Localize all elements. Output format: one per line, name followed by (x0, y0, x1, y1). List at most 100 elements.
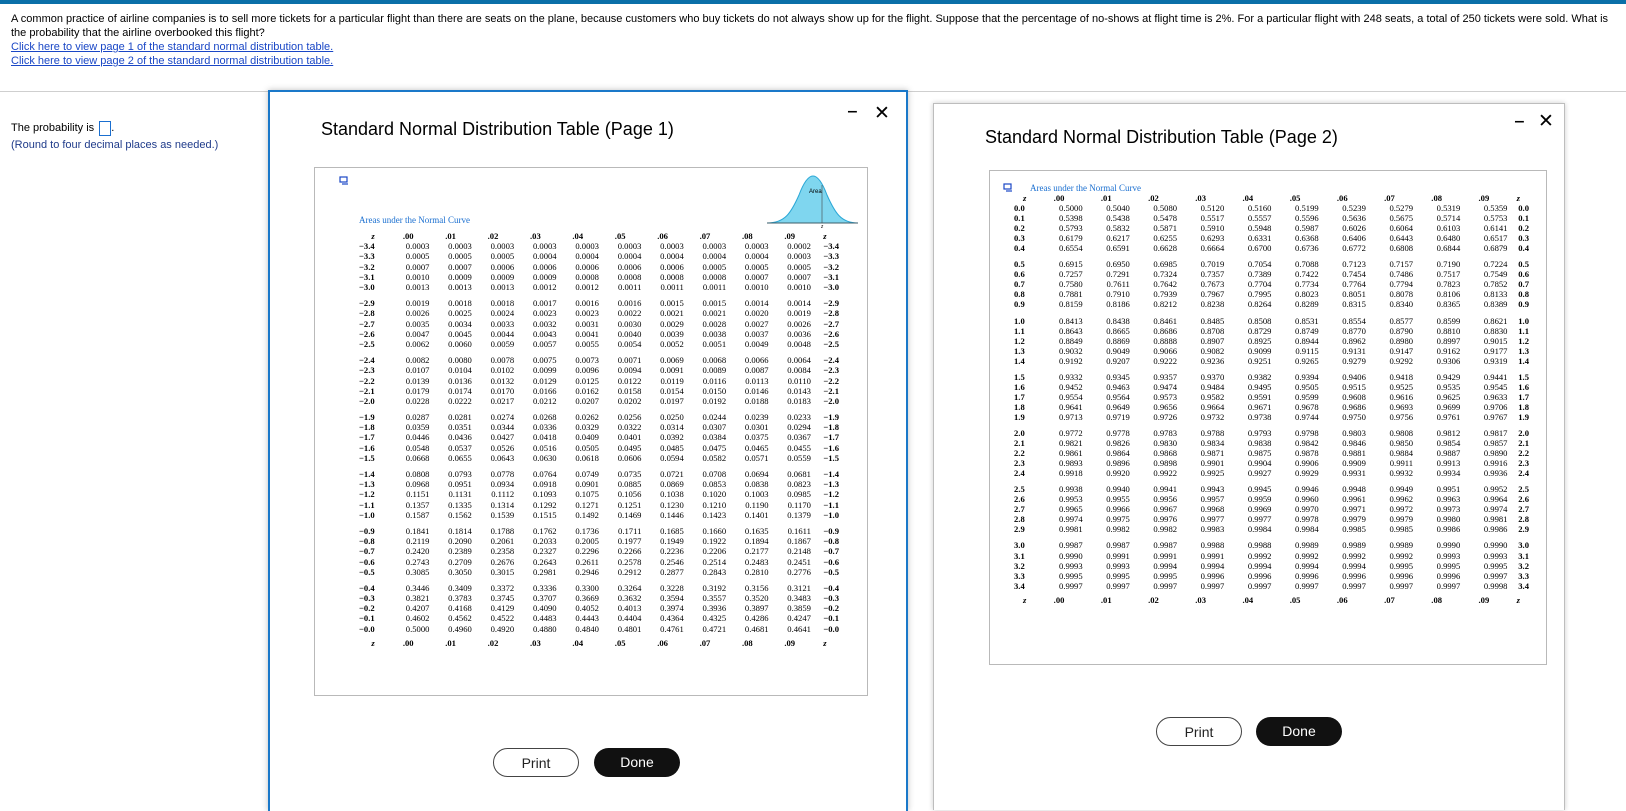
probability-cell: 0.9744 (1295, 411, 1319, 422)
table-row: 3.0 0.9987 0.9987 0.9987 0.9988 0.9988 0.9989 0… (1014, 540, 1529, 550)
probability-cell: 0.8830 (1483, 325, 1508, 336)
table-row: −2.7 0.0035 0.0034 0.0033 0.0032 0.0031 0.0030… (359, 319, 839, 329)
probability-cell: 0.9916 (1483, 458, 1508, 469)
z-value-cell: 1.6 (1518, 381, 1529, 392)
probability-cell: 0.9834 (1200, 438, 1225, 449)
probability-cell: 0.2843 (702, 566, 727, 577)
print-button[interactable]: Print (1156, 717, 1242, 746)
probability-cell: 0.0475 (702, 442, 727, 453)
header-cell: .01 (445, 637, 456, 648)
probability-cell: 0.4129 (490, 603, 515, 614)
probability-cell: 0.4247 (787, 613, 811, 624)
probability-cell: 0.7881 (1059, 289, 1083, 300)
header-cell: .09 (784, 231, 796, 242)
probability-cell: 0.0006 (532, 261, 557, 272)
probability-cell: 0.4761 (660, 623, 684, 634)
probability-cell: 0.1075 (575, 489, 599, 500)
probability-cell: 0.9979 (1342, 514, 1366, 525)
z-value-cell: −2.8 (359, 308, 375, 319)
probability-cell: 0.9997 (1295, 580, 1319, 591)
table-row: −2.3 0.0107 0.0104 0.0102 0.0099 0.0096 0.0094… (359, 365, 839, 375)
header-row: z .00 .01 .02 .03 .04 .05 .06 .07 .08 .09 z (359, 638, 839, 648)
expand-icon[interactable] (1003, 183, 1013, 196)
probability-cell: 0.7157 (1389, 259, 1414, 270)
probability-cell: 0.7910 (1106, 289, 1130, 300)
z-value-cell: −1.0 (359, 509, 375, 520)
probability-cell: 0.3520 (744, 593, 769, 604)
probability-cell: 0.0011 (618, 282, 642, 293)
probability-cell: 0.6844 (1436, 243, 1461, 254)
expand-icon[interactable] (339, 176, 349, 189)
probability-cell: 0.4880 (532, 623, 557, 634)
probability-cell: 0.0084 (787, 365, 811, 376)
probability-cell: 0.0516 (532, 442, 557, 453)
probability-cell: 0.9738 (1247, 411, 1272, 422)
probability-cell: 0.9463 (1106, 381, 1130, 392)
probability-cell: 0.0122 (617, 375, 642, 386)
probability-cell: 0.9997 (1389, 580, 1414, 591)
table-row: −1.7 0.0446 0.0436 0.0427 0.0418 0.0409 0.0401… (359, 432, 839, 442)
probability-cell: 0.9963 (1436, 494, 1461, 505)
probability-cell: 0.0136 (448, 375, 472, 386)
probability-cell: 0.9943 (1200, 484, 1225, 495)
probability-cell: 0.9418 (1389, 371, 1414, 382)
z-value-cell: −3.4 (359, 241, 375, 252)
probability-cell: 0.9890 (1483, 448, 1508, 459)
probability-cell: 0.0116 (702, 375, 727, 386)
probability-cell: 0.9997 (1153, 580, 1178, 591)
table-row: −0.8 0.2119 0.2090 0.2061 0.2033 0.2005 0.1977… (359, 536, 839, 546)
z-value-cell: 0.0 (1014, 203, 1025, 214)
probability-cell: 0.9993 (1436, 550, 1461, 561)
header-cell: .01 (1100, 594, 1112, 605)
probability-cell: 0.0367 (787, 432, 811, 443)
area-label: Area (809, 189, 822, 195)
z-table-page1: z .00.01.02.03.04.05.06.07.08.09 z −3.4 0.00… (359, 231, 839, 648)
z-value-cell: 3.1 (1014, 550, 1025, 561)
done-button[interactable]: Done (1256, 717, 1342, 746)
probability-cell: 0.9049 (1106, 345, 1130, 356)
probability-cell: 0.7517 (1436, 269, 1461, 280)
table-page1-link[interactable]: Click here to view page 1 of the standar… (11, 40, 1611, 54)
probability-answer-input[interactable] (99, 120, 112, 136)
z-value-cell: 2.7 (1518, 504, 1529, 515)
table-row: −1.2 0.1151 0.1131 0.1112 0.1093 0.1075 0.1056… (359, 489, 839, 499)
probability-cell: 0.9962 (1389, 494, 1414, 505)
z-value-cell: −1.3 (359, 479, 375, 490)
probability-cell: 0.9990 (1436, 540, 1461, 551)
probability-cell: 0.0003 (405, 241, 430, 252)
minimize-button[interactable]: ‒ (848, 103, 857, 121)
probability-cell: 0.0003 (702, 241, 727, 252)
probability-cell: 0.1151 (406, 489, 430, 500)
done-button[interactable]: Done (594, 748, 680, 777)
probability-cell: 0.0436 (448, 432, 472, 443)
probability-cell: 0.9798 (1295, 428, 1319, 438)
probability-cell: 0.0003 (532, 241, 557, 252)
probability-cell: 0.0392 (660, 432, 684, 443)
probability-cell: 0.9992 (1295, 550, 1319, 561)
probability-cell: 0.4483 (532, 613, 557, 624)
z-value-cell: −2.9 (359, 298, 375, 309)
probability-cell: 0.0526 (490, 442, 515, 453)
probability-cell: 0.9913 (1436, 458, 1461, 469)
probability-cell: 0.6064 (1389, 223, 1414, 234)
probability-cell: 0.9671 (1247, 401, 1272, 412)
probability-cell: 0.0026 (787, 318, 811, 329)
probability-cell: 0.9909 (1342, 458, 1366, 469)
probability-cell: 0.0014 (744, 298, 769, 309)
close-button[interactable]: ✕ (1538, 110, 1554, 133)
z-value-cell: 0.4 (1014, 243, 1025, 254)
probability-cell: 0.0934 (490, 479, 515, 490)
probability-cell: 0.8749 (1295, 325, 1319, 336)
print-button[interactable]: Print (493, 748, 579, 777)
probability-cell: 0.9988 (1247, 540, 1272, 551)
probability-cell: 0.0465 (744, 442, 769, 453)
close-button[interactable]: ✕ (874, 102, 890, 125)
minimize-button[interactable]: ‒ (1515, 113, 1524, 131)
z-value-cell: 2.0 (1014, 428, 1025, 438)
probability-cell: 0.2148 (787, 546, 811, 557)
table-row: 0.7 0.7580 0.7611 0.7642 0.7673 0.7704 0.7734 0… (1014, 279, 1529, 289)
probability-cell: 0.1020 (702, 489, 727, 500)
z-value-cell: −1.1 (359, 499, 375, 510)
table-page2-link[interactable]: Click here to view page 2 of the standar… (11, 54, 1611, 68)
table-row: 1.8 0.9641 0.9649 0.9656 0.9664 0.9671 0.9678 0… (1014, 402, 1529, 412)
